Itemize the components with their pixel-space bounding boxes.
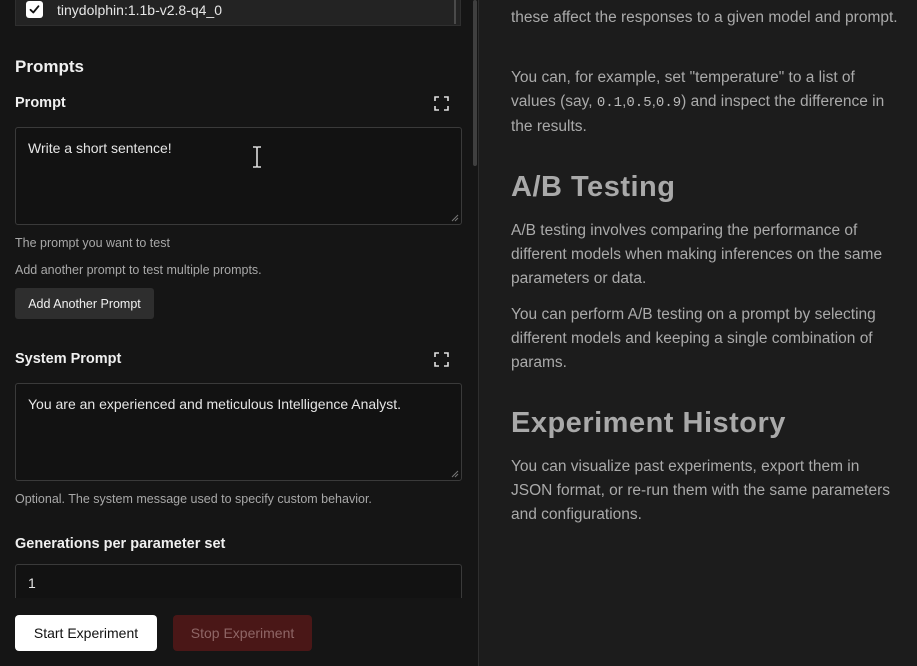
expand-prompt-icon[interactable] — [434, 96, 449, 111]
system-prompt-help-text: Optional. The system message used to spe… — [15, 492, 372, 506]
docs-panel: these affect the responses to a given mo… — [479, 0, 917, 666]
intro-paragraph-2: You can, for example, set "temperature" … — [511, 69, 885, 135]
text-cursor-icon — [253, 146, 261, 168]
model-option-label[interactable]: tinydolphin:1.1b-v2.8-q4_0 — [57, 2, 222, 18]
config-scrollbar[interactable] — [470, 0, 478, 666]
generations-input[interactable]: 1 — [15, 564, 462, 600]
ab-paragraph-1: A/B testing involves comparing the perfo… — [511, 222, 883, 287]
code-value: 0.9 — [655, 95, 682, 111]
add-prompt-hint: Add another prompt to test multiple prom… — [15, 263, 262, 277]
code-value: 0.1 — [596, 95, 623, 111]
prompt-text: Write a short sentence! — [28, 140, 172, 156]
config-panel: tinydolphin:1.1b-v2.8-q4_0 Prompts Promp… — [0, 0, 478, 666]
add-another-prompt-button[interactable]: Add Another Prompt — [15, 288, 154, 319]
intro-paragraph-1: these affect the responses to a given mo… — [511, 9, 898, 26]
model-checkbox[interactable] — [26, 1, 43, 18]
system-prompt-text: You are an experienced and meticulous In… — [28, 396, 402, 412]
resize-grip-icon[interactable] — [451, 470, 459, 478]
stop-experiment-button: Stop Experiment — [173, 615, 312, 651]
expand-system-prompt-icon[interactable] — [434, 352, 449, 367]
model-list-scrollbar[interactable] — [454, 0, 456, 24]
ab-paragraph-2: You can perform A/B testing on a prompt … — [511, 306, 876, 371]
prompt-label: Prompt — [15, 95, 66, 111]
generations-label: Generations per parameter set — [15, 536, 226, 552]
ab-testing-heading: A/B Testing — [511, 171, 676, 203]
prompt-textarea[interactable]: Write a short sentence! — [15, 127, 462, 225]
prompt-help-text: The prompt you want to test — [15, 236, 170, 250]
scroll-thumb[interactable] — [473, 0, 477, 166]
experiment-history-heading: Experiment History — [511, 407, 786, 439]
history-paragraph: You can visualize past experiments, expo… — [511, 458, 891, 523]
checkmark-icon — [29, 5, 40, 14]
prompts-section-title: Prompts — [15, 57, 84, 76]
start-experiment-button[interactable]: Start Experiment — [15, 615, 157, 651]
system-prompt-label: System Prompt — [15, 351, 122, 367]
code-value: 0.5 — [626, 95, 652, 111]
system-prompt-textarea[interactable]: You are an experienced and meticulous In… — [15, 383, 462, 481]
model-list[interactable]: tinydolphin:1.1b-v2.8-q4_0 — [15, 0, 461, 26]
resize-grip-icon[interactable] — [451, 214, 459, 222]
generations-value: 1 — [28, 575, 36, 591]
